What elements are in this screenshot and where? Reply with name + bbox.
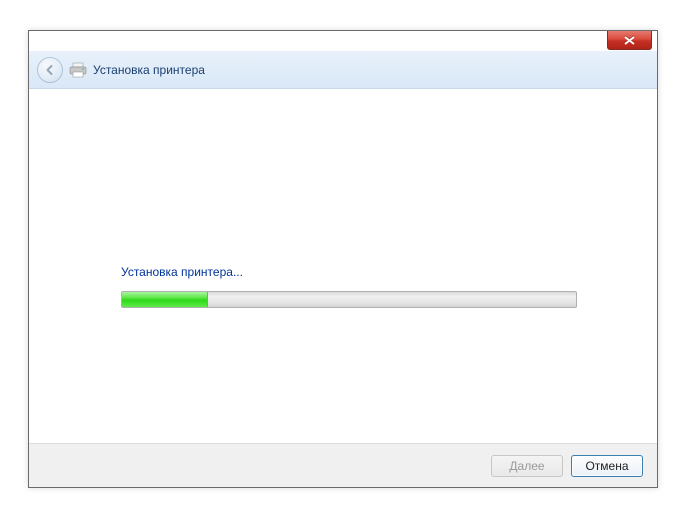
header-bar: Установка принтера [29,51,657,89]
footer-bar: Далее Отмена [29,443,657,487]
back-arrow-icon [43,63,57,77]
content-area: Установка принтера... [29,89,657,443]
header-title: Установка принтера [93,63,205,77]
close-button[interactable] [607,31,652,50]
next-button: Далее [491,455,563,477]
close-icon [624,36,635,45]
wizard-window: Установка принтера Установка принтера...… [28,30,658,488]
titlebar [29,31,657,51]
progress-bar [121,291,577,308]
printer-icon [69,62,87,78]
progress-fill [122,292,208,307]
cancel-button[interactable]: Отмена [571,455,643,477]
back-button [37,57,63,83]
status-text: Установка принтера... [121,265,243,279]
